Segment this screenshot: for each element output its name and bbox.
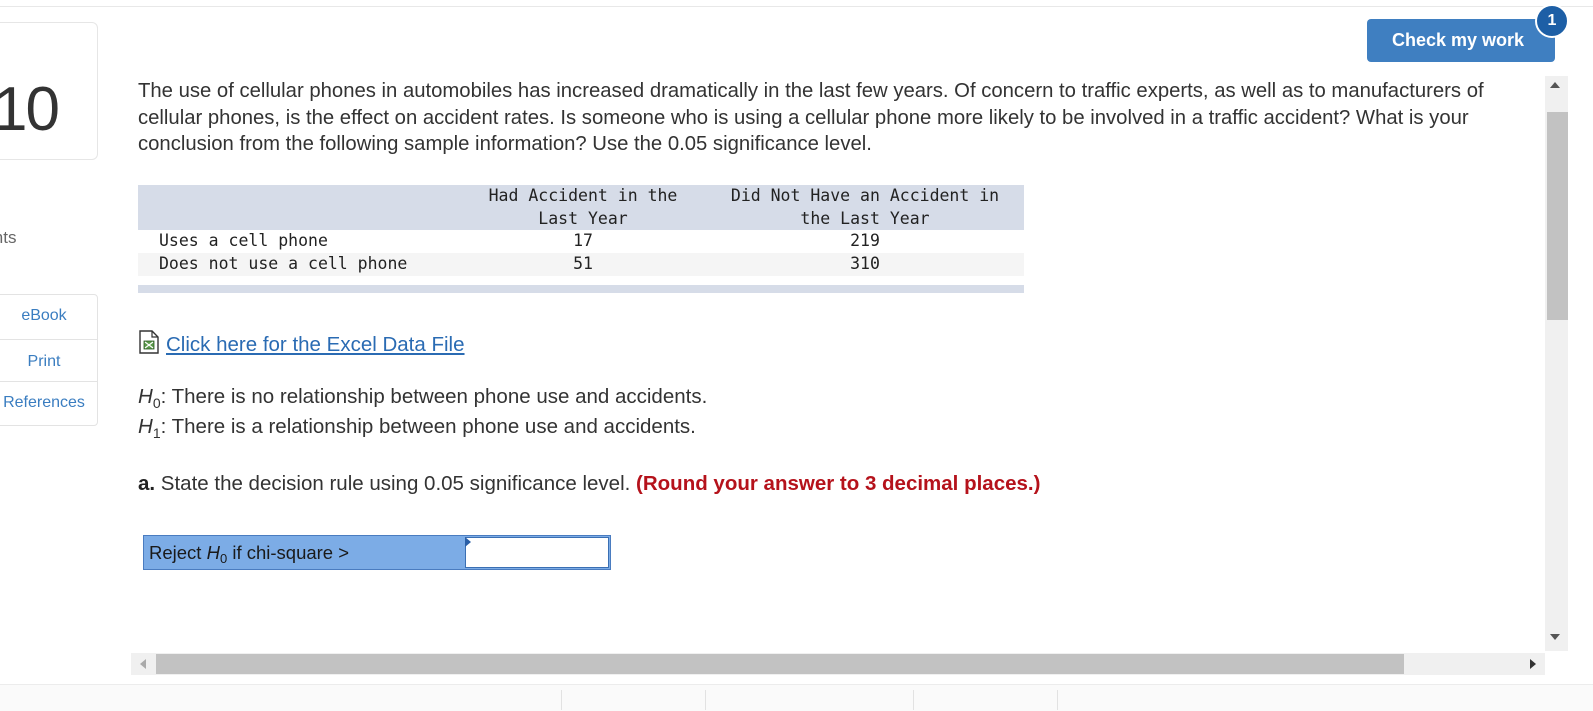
table-cell: 219 — [850, 231, 880, 250]
points-label: ints — [0, 228, 17, 247]
h1-text: : There is a relationship between phone … — [160, 415, 696, 438]
h0-text: : There is no relationship between phone… — [160, 385, 708, 408]
print-link[interactable]: Print — [0, 353, 97, 371]
references-link[interactable]: References — [0, 394, 97, 412]
scroll-up-icon[interactable] — [1550, 82, 1560, 88]
divider — [0, 339, 97, 340]
table-footer — [138, 285, 1024, 293]
h1-subscript: 1 — [152, 425, 161, 441]
scroll-left-icon[interactable] — [140, 659, 146, 669]
decision-rule-row: Reject H0 if chi-square > — [143, 535, 611, 570]
column-header: Did Not Have an Accident in the Last Yea… — [730, 186, 1000, 228]
excel-data-link[interactable]: Click here for the Excel Data File — [138, 330, 465, 360]
h0-subscript: 0 — [152, 395, 161, 411]
answer-prefix: Reject — [149, 542, 207, 563]
scroll-down-icon[interactable] — [1550, 634, 1560, 640]
row-label: Does not use a cell phone — [159, 254, 408, 273]
null-hypothesis: H0: There is no relationship between pho… — [138, 385, 707, 411]
excel-link-text[interactable]: Click here for the Excel Data File — [166, 333, 465, 356]
divider — [0, 381, 97, 382]
divider — [561, 690, 562, 710]
rounding-note: (Round your answer to 3 decimal places.) — [636, 472, 1041, 495]
part-a-text: State the decision rule using 0.05 signi… — [155, 472, 637, 495]
table-cell: 17 — [573, 231, 593, 250]
vertical-scroll-thumb[interactable] — [1547, 112, 1568, 320]
part-a-prompt: a. State the decision rule using 0.05 si… — [138, 472, 1040, 496]
part-a-label: a. — [138, 472, 156, 495]
chi-square-critical-value-input[interactable] — [465, 537, 609, 568]
divider — [913, 690, 914, 710]
data-table: Had Accident in the Last Year Did Not Ha… — [138, 185, 1024, 293]
divider — [705, 690, 706, 710]
column-header: Had Accident in the Last Year — [488, 186, 678, 228]
answer-h-symbol: H — [206, 542, 220, 563]
table-cell: 310 — [850, 254, 880, 273]
table-header: Had Accident in the Last Year Did Not Ha… — [138, 185, 1024, 230]
alternative-hypothesis: H1: There is a relationship between phon… — [138, 415, 696, 441]
horizontal-scroll-thumb[interactable] — [156, 654, 1404, 674]
bottom-bar — [0, 684, 1593, 711]
scroll-right-icon[interactable] — [1530, 659, 1536, 669]
h1-symbol: H — [138, 415, 153, 438]
table-cell: 51 — [573, 254, 593, 273]
table-row: Does not use a cell phone 51 310 — [138, 253, 1024, 276]
h0-symbol: H — [138, 385, 153, 408]
row-label: Uses a cell phone — [159, 231, 328, 250]
top-divider — [0, 6, 1593, 7]
question-number: 10 — [0, 75, 60, 144]
ebook-link[interactable]: eBook — [0, 307, 97, 325]
check-my-work-button[interactable]: Check my work — [1367, 19, 1555, 62]
input-marker — [465, 537, 471, 547]
attempts-badge: 1 — [1535, 4, 1569, 38]
table-row: Uses a cell phone 17 219 — [138, 230, 1024, 253]
resource-links: eBook Print References — [0, 294, 98, 426]
file-icon — [138, 330, 160, 360]
question-text: The use of cellular phones in automobile… — [138, 80, 1484, 155]
question-number-card: 10 — [0, 22, 98, 160]
answer-suffix: if chi-square > — [227, 542, 350, 563]
decision-rule-label: Reject H0 if chi-square > — [149, 542, 349, 566]
divider — [1057, 690, 1058, 710]
